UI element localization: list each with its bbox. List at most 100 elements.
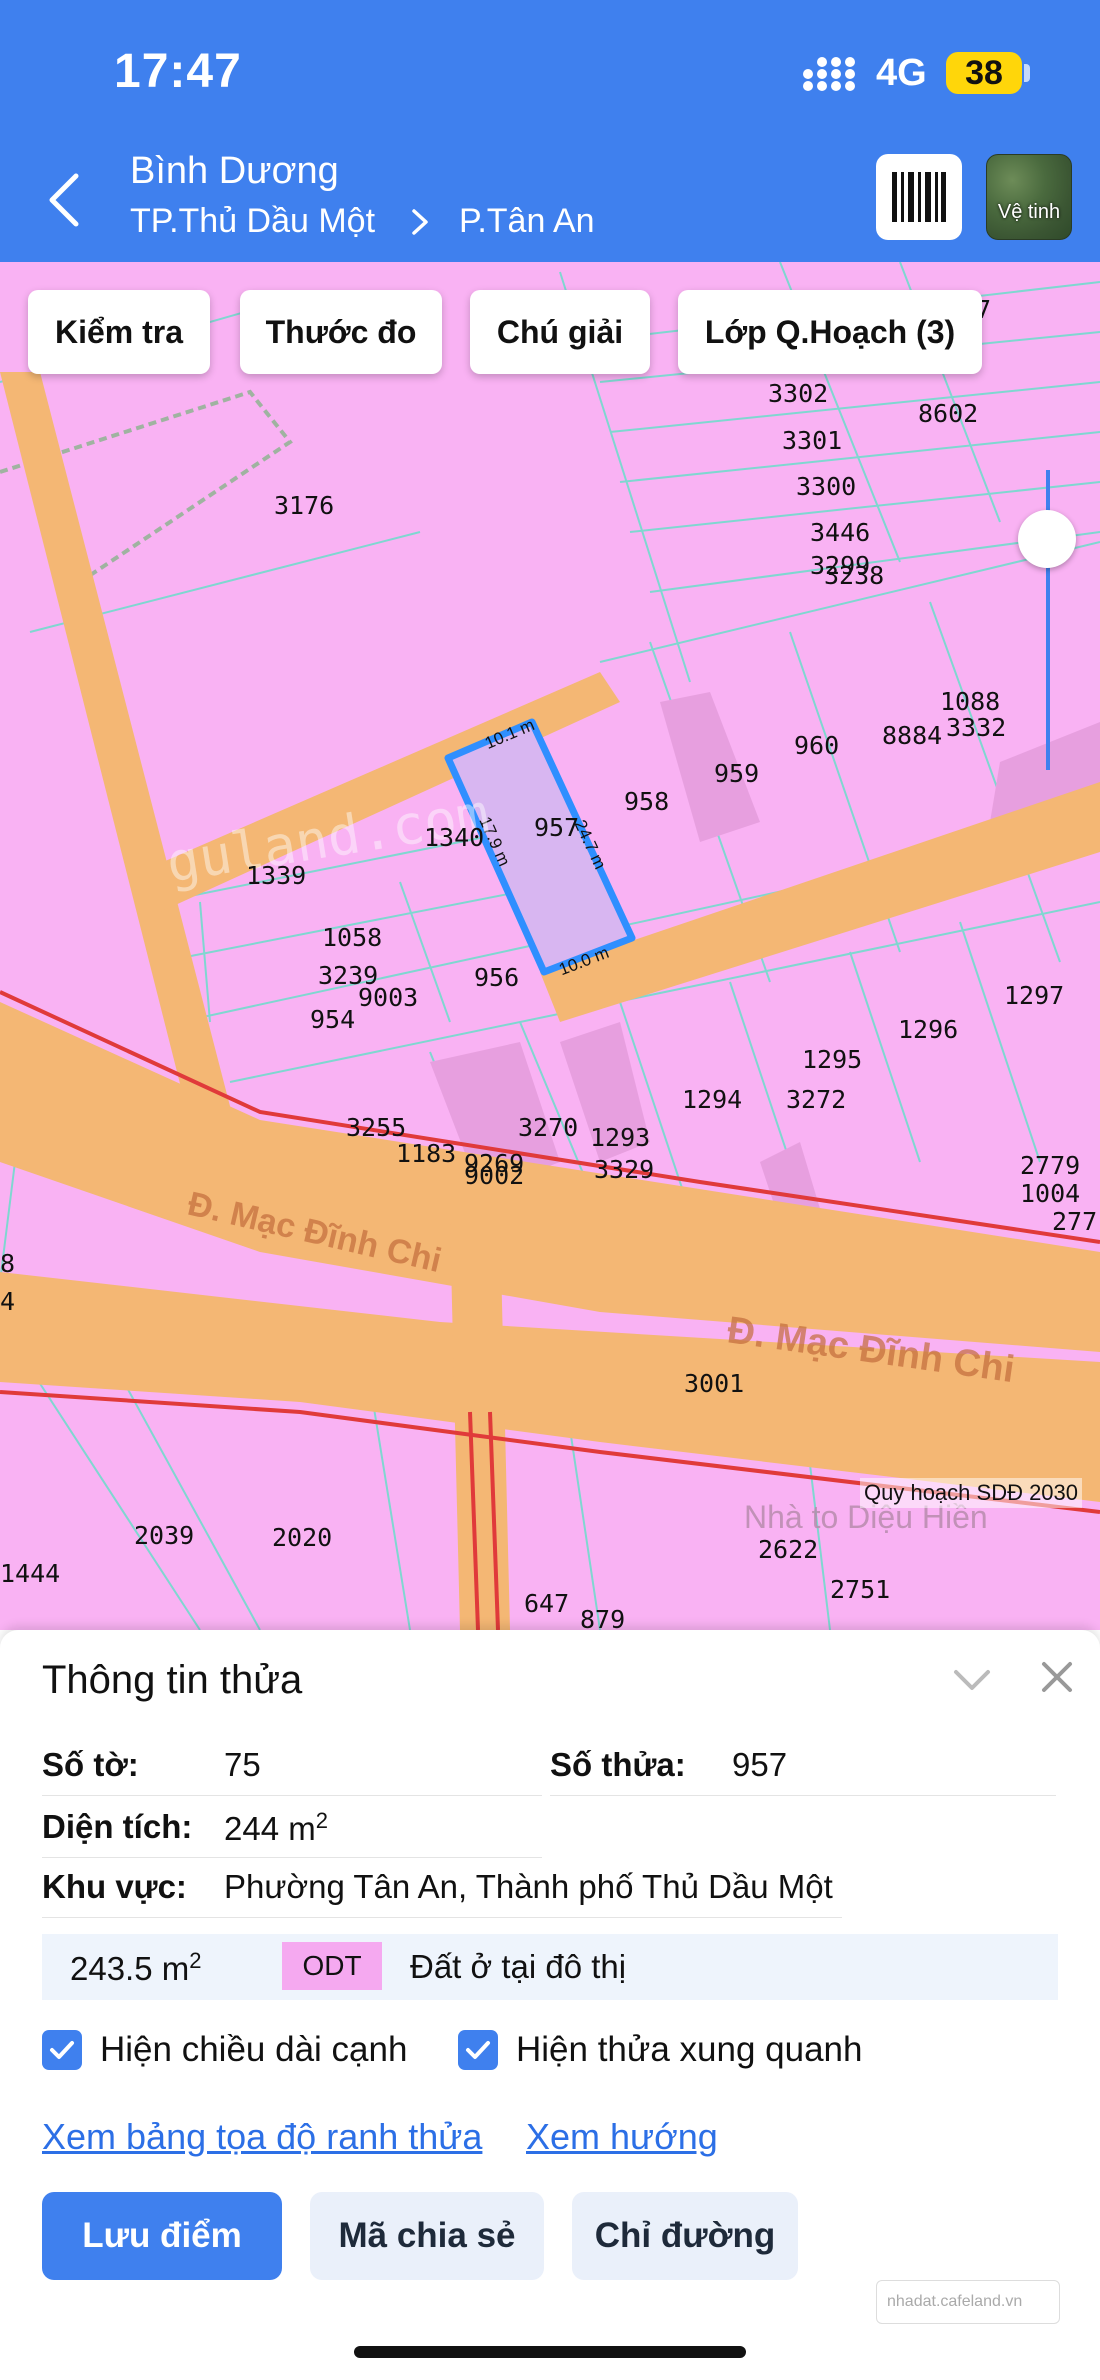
legend-button[interactable]: Chú giải — [470, 290, 650, 374]
satellite-toggle-button[interactable]: Vệ tinh — [986, 154, 1072, 240]
parcel-number: 3301 — [782, 426, 842, 455]
site-watermark: nhadat.cafeland.vn — [876, 2280, 1060, 2324]
barcode-icon — [892, 172, 946, 222]
parcel-number: 3332 — [946, 713, 1006, 742]
parcel-number: 3300 — [796, 472, 856, 501]
parcel-number: 1088 — [940, 687, 1000, 716]
zone-row: Khu vực: Phường Tân An, Thành phố Thủ Dầ… — [42, 1858, 842, 1918]
map-view[interactable]: 10.1 m 24.7 m 10.0 m 17.9 m guland.com Đ… — [0, 262, 1100, 1630]
parcel-number: 1296 — [898, 1015, 958, 1044]
chevron-down-icon[interactable] — [952, 1666, 992, 1694]
opacity-slider-handle[interactable] — [1018, 510, 1076, 568]
parcel-number: 959 — [714, 759, 759, 788]
parcel-number: 1339 — [246, 861, 306, 890]
satellite-label: Vệ tinh — [997, 201, 1061, 223]
breadcrumb-city[interactable]: TP.Thủ Dầu Một — [130, 202, 375, 241]
parcel-number: 1444 — [0, 1559, 60, 1588]
roads — [0, 372, 1100, 1630]
parcel-number: 957 — [534, 813, 579, 842]
app-header: 17:47 4G 38 Bình Dương TP.Thủ Dầu Một P.… — [0, 0, 1100, 262]
parcel-number: 3255 — [346, 1113, 406, 1142]
barcode-button[interactable] — [876, 154, 962, 240]
parcel-number: 3176 — [274, 491, 334, 520]
parcel-number: 4 — [0, 1287, 15, 1316]
parcel-number: 3302 — [768, 379, 828, 408]
check-button[interactable]: Kiểm tra — [28, 290, 210, 374]
parcel-number: 8884 — [882, 721, 942, 750]
network-type: 4G — [876, 52, 927, 94]
home-indicator[interactable] — [354, 2346, 746, 2358]
parcel-number: 9002 — [464, 1161, 524, 1190]
parcel-number: 1294 — [682, 1085, 742, 1114]
show-edges-label: Hiện chiều dài cạnh — [100, 2030, 408, 2069]
parcel-number: 277 — [1052, 1207, 1097, 1236]
close-icon[interactable] — [1040, 1660, 1074, 1694]
parcel-label: Số thửa: — [550, 1746, 686, 1783]
parcel-number: 647 — [524, 1589, 569, 1618]
planning-layer-label: Quy hoạch SDĐ 2030 — [860, 1478, 1083, 1508]
sheet-row: Số tờ: 75 — [42, 1736, 542, 1796]
chevron-right-icon — [412, 208, 428, 235]
layers-button[interactable]: Lớp Q.Hoạch (3) — [678, 290, 982, 374]
parcel-number: 2751 — [830, 1575, 890, 1604]
breadcrumb: TP.Thủ Dầu Một P.Tân An — [130, 202, 595, 241]
directions-button[interactable]: Chỉ đường — [572, 2192, 798, 2280]
parcel-number: 2622 — [758, 1535, 818, 1564]
back-chevron-icon[interactable] — [42, 170, 92, 230]
view-direction-link[interactable]: Xem hướng — [526, 2116, 718, 2158]
battery-tip — [1024, 64, 1030, 82]
parcel-number: 1293 — [590, 1123, 650, 1152]
zone-value: Phường Tân An, Thành phố Thủ Dầu Một — [224, 1868, 833, 1905]
parcel-number: 3272 — [786, 1085, 846, 1114]
show-neighbors-label: Hiện thửa xung quanh — [516, 2030, 863, 2069]
checkmark-icon[interactable] — [42, 2030, 82, 2070]
parcel-number: 9003 — [358, 983, 418, 1012]
battery-level: 38 — [946, 52, 1022, 94]
parcel-number: 958 — [624, 787, 669, 816]
area-value: 244 m2 — [224, 1808, 328, 1847]
sheet-value: 75 — [224, 1746, 261, 1783]
parcel-row: Số thửa: 957 — [550, 1736, 1056, 1796]
parcel-number: 1295 — [802, 1045, 862, 1074]
show-edges-checkbox[interactable]: Hiện chiều dài cạnh — [42, 2030, 407, 2070]
area-row: Diện tích: 244 m2 — [42, 1798, 542, 1858]
parcel-number: 960 — [794, 731, 839, 760]
region-name: Bình Dương — [130, 150, 339, 192]
parcel-info-panel: Thông tin thửa Số tờ: 75 Số thửa: 957 Di… — [0, 1630, 1100, 2380]
breadcrumb-ward[interactable]: P.Tân An — [459, 202, 595, 241]
parcel-number: 2039 — [134, 1521, 194, 1550]
land-use-code-badge: ODT — [282, 1942, 382, 1990]
parcel-number: 8 — [0, 1249, 15, 1278]
area-label: Diện tích: — [42, 1808, 193, 1845]
parcel-number: 1058 — [322, 923, 382, 952]
save-point-button[interactable]: Lưu điểm — [42, 2192, 282, 2280]
parcel-number: 3446 — [810, 518, 870, 547]
parcel-number: 879 — [580, 1605, 625, 1630]
share-code-button[interactable]: Mã chia sẻ — [310, 2192, 544, 2280]
parcel-number: 956 — [474, 963, 519, 992]
map-canvas: 10.1 m 24.7 m 10.0 m 17.9 m guland.com Đ… — [0, 262, 1100, 1630]
parcel-number: 3238 — [824, 561, 884, 590]
parcel-value: 957 — [732, 1746, 788, 1783]
panel-title: Thông tin thửa — [42, 1658, 303, 1702]
parcel-number: 1004 — [1020, 1179, 1080, 1208]
parcel-number: 3001 — [684, 1369, 744, 1398]
parcel-number: 954 — [310, 1005, 355, 1034]
parcel-number: 3270 — [518, 1113, 578, 1142]
zone-label: Khu vực: — [42, 1868, 187, 1905]
parcel-number: 3329 — [594, 1155, 654, 1184]
signal-icon — [803, 57, 855, 91]
parcel-number: 2020 — [272, 1523, 332, 1552]
coordinates-table-link[interactable]: Xem bảng tọa độ ranh thửa — [42, 2116, 482, 2158]
parcel-number: 1183 — [396, 1139, 456, 1168]
parcel-number: 1340 — [424, 823, 484, 852]
ruler-button[interactable]: Thước đo — [240, 290, 442, 374]
land-use-description: Đất ở tại đô thị — [410, 1948, 627, 1985]
show-neighbors-checkbox[interactable]: Hiện thửa xung quanh — [458, 2030, 862, 2070]
parcel-number: 2779 — [1020, 1151, 1080, 1180]
status-time: 17:47 — [114, 45, 242, 98]
sheet-label: Số tờ: — [42, 1746, 139, 1783]
land-use-area: 243.5 m2 — [70, 1948, 202, 1987]
checkmark-icon[interactable] — [458, 2030, 498, 2070]
land-use-row: 243.5 m2 ODT Đất ở tại đô thị — [42, 1934, 1058, 2000]
